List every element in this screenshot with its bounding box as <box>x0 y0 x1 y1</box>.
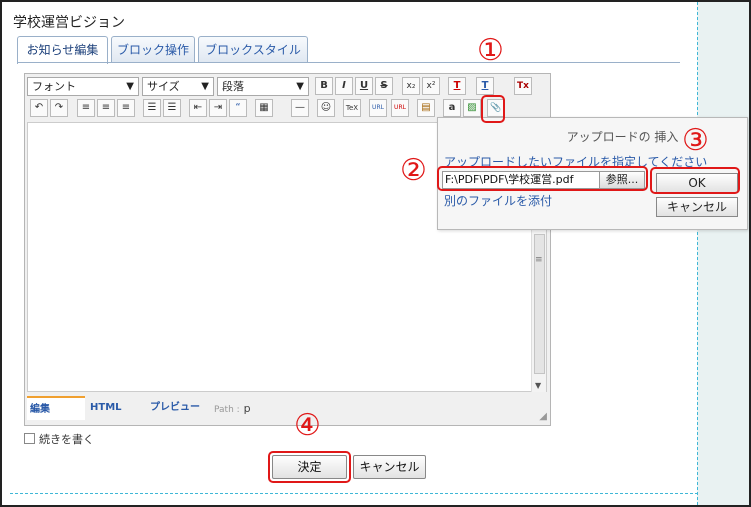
ordered-list-button[interactable]: ☰ <box>143 99 161 117</box>
cancel-button[interactable]: キャンセル <box>353 455 426 479</box>
insert-link-button[interactable]: URL <box>369 99 387 117</box>
amazon-button[interactable]: a <box>443 99 461 117</box>
unordered-list-button[interactable]: ☰ <box>163 99 181 117</box>
clip-button[interactable]: ▤ <box>417 99 435 117</box>
marker-4: ④ <box>294 408 321 443</box>
superscript-button[interactable]: x² <box>422 77 440 95</box>
path-label: Path : <box>214 405 240 415</box>
tex-button[interactable]: TeX <box>343 99 361 117</box>
blockquote-button[interactable]: “ <box>229 99 247 117</box>
dialog-cancel-button[interactable]: キャンセル <box>656 197 738 217</box>
right-panel <box>697 2 749 505</box>
undo-button[interactable]: ↶ <box>30 99 48 117</box>
element-path: Path :p <box>214 402 251 415</box>
highlight-ok-button <box>650 167 740 194</box>
highlight-file-field <box>437 166 648 191</box>
scroll-down-icon[interactable]: ▼ <box>535 381 541 390</box>
align-left-button[interactable]: ≡ <box>77 99 95 117</box>
tab-block-ops[interactable]: ブロック操作 <box>111 36 195 63</box>
emoticon-button[interactable]: ☺ <box>317 99 335 117</box>
chevron-down-icon: ▼ <box>201 81 209 92</box>
grip-icon: ≡ <box>535 255 543 265</box>
bg-color-button[interactable]: T <box>476 77 494 95</box>
continue-writing-option[interactable]: 続きを書く <box>24 431 94 447</box>
subscript-button[interactable]: x₂ <box>402 77 420 95</box>
continue-writing-checkbox[interactable] <box>24 433 35 444</box>
marker-3: ③ <box>682 123 709 158</box>
insert-image-button[interactable]: ▨ <box>463 99 481 117</box>
continue-writing-label: 続きを書く <box>39 433 94 446</box>
chevron-down-icon: ▼ <box>126 81 134 92</box>
size-select[interactable]: サイズ ▼ <box>142 77 214 96</box>
highlight-attach-button <box>481 95 505 123</box>
editor-footer: 編集 HTML プレビュー Path :p ◢ <box>27 396 550 424</box>
editor-scrollbar[interactable]: ≡ ▼ <box>531 230 546 392</box>
underline-button[interactable]: U <box>355 77 373 95</box>
font-select-label: フォント <box>32 80 76 93</box>
strike-button[interactable]: S <box>375 77 393 95</box>
remove-format-button[interactable]: Tx <box>514 77 532 95</box>
table-button[interactable]: ▦ <box>255 99 273 117</box>
page-title: 学校運営ビジョン <box>13 15 125 31</box>
remove-link-button[interactable]: URL <box>391 99 409 117</box>
horizontal-rule-button[interactable]: — <box>291 99 309 117</box>
marker-1: ① <box>477 33 504 68</box>
outdent-button[interactable]: ⇤ <box>189 99 207 117</box>
size-select-label: サイズ <box>147 80 180 93</box>
path-value: p <box>243 402 251 415</box>
indent-button[interactable]: ⇥ <box>209 99 227 117</box>
marker-2: ② <box>400 153 427 188</box>
chevron-down-icon: ▼ <box>296 81 304 92</box>
redo-button[interactable]: ↷ <box>50 99 68 117</box>
font-select[interactable]: フォント ▼ <box>27 77 139 96</box>
attach-another-file-link[interactable]: 別のファイルを添付 <box>444 192 552 209</box>
format-select[interactable]: 段落 ▼ <box>217 77 309 96</box>
dashed-divider <box>10 493 698 494</box>
tab-preview-mode[interactable]: プレビュー <box>147 396 209 420</box>
resize-grip-icon[interactable]: ◢ <box>539 411 547 422</box>
tab-edit-mode[interactable]: 編集 <box>27 396 85 420</box>
highlight-confirm-button <box>268 451 351 483</box>
tab-block-style[interactable]: ブロックスタイル <box>198 36 308 63</box>
tab-html-mode[interactable]: HTML <box>87 396 143 420</box>
text-color-button[interactable]: T <box>448 77 466 95</box>
format-select-label: 段落 <box>222 80 244 93</box>
align-right-button[interactable]: ≡ <box>117 99 135 117</box>
bold-button[interactable]: B <box>315 77 333 95</box>
tab-notice-edit[interactable]: お知らせ編集 <box>17 36 108 64</box>
tab-divider <box>17 62 680 63</box>
italic-button[interactable]: I <box>335 77 353 95</box>
align-center-button[interactable]: ≡ <box>97 99 115 117</box>
